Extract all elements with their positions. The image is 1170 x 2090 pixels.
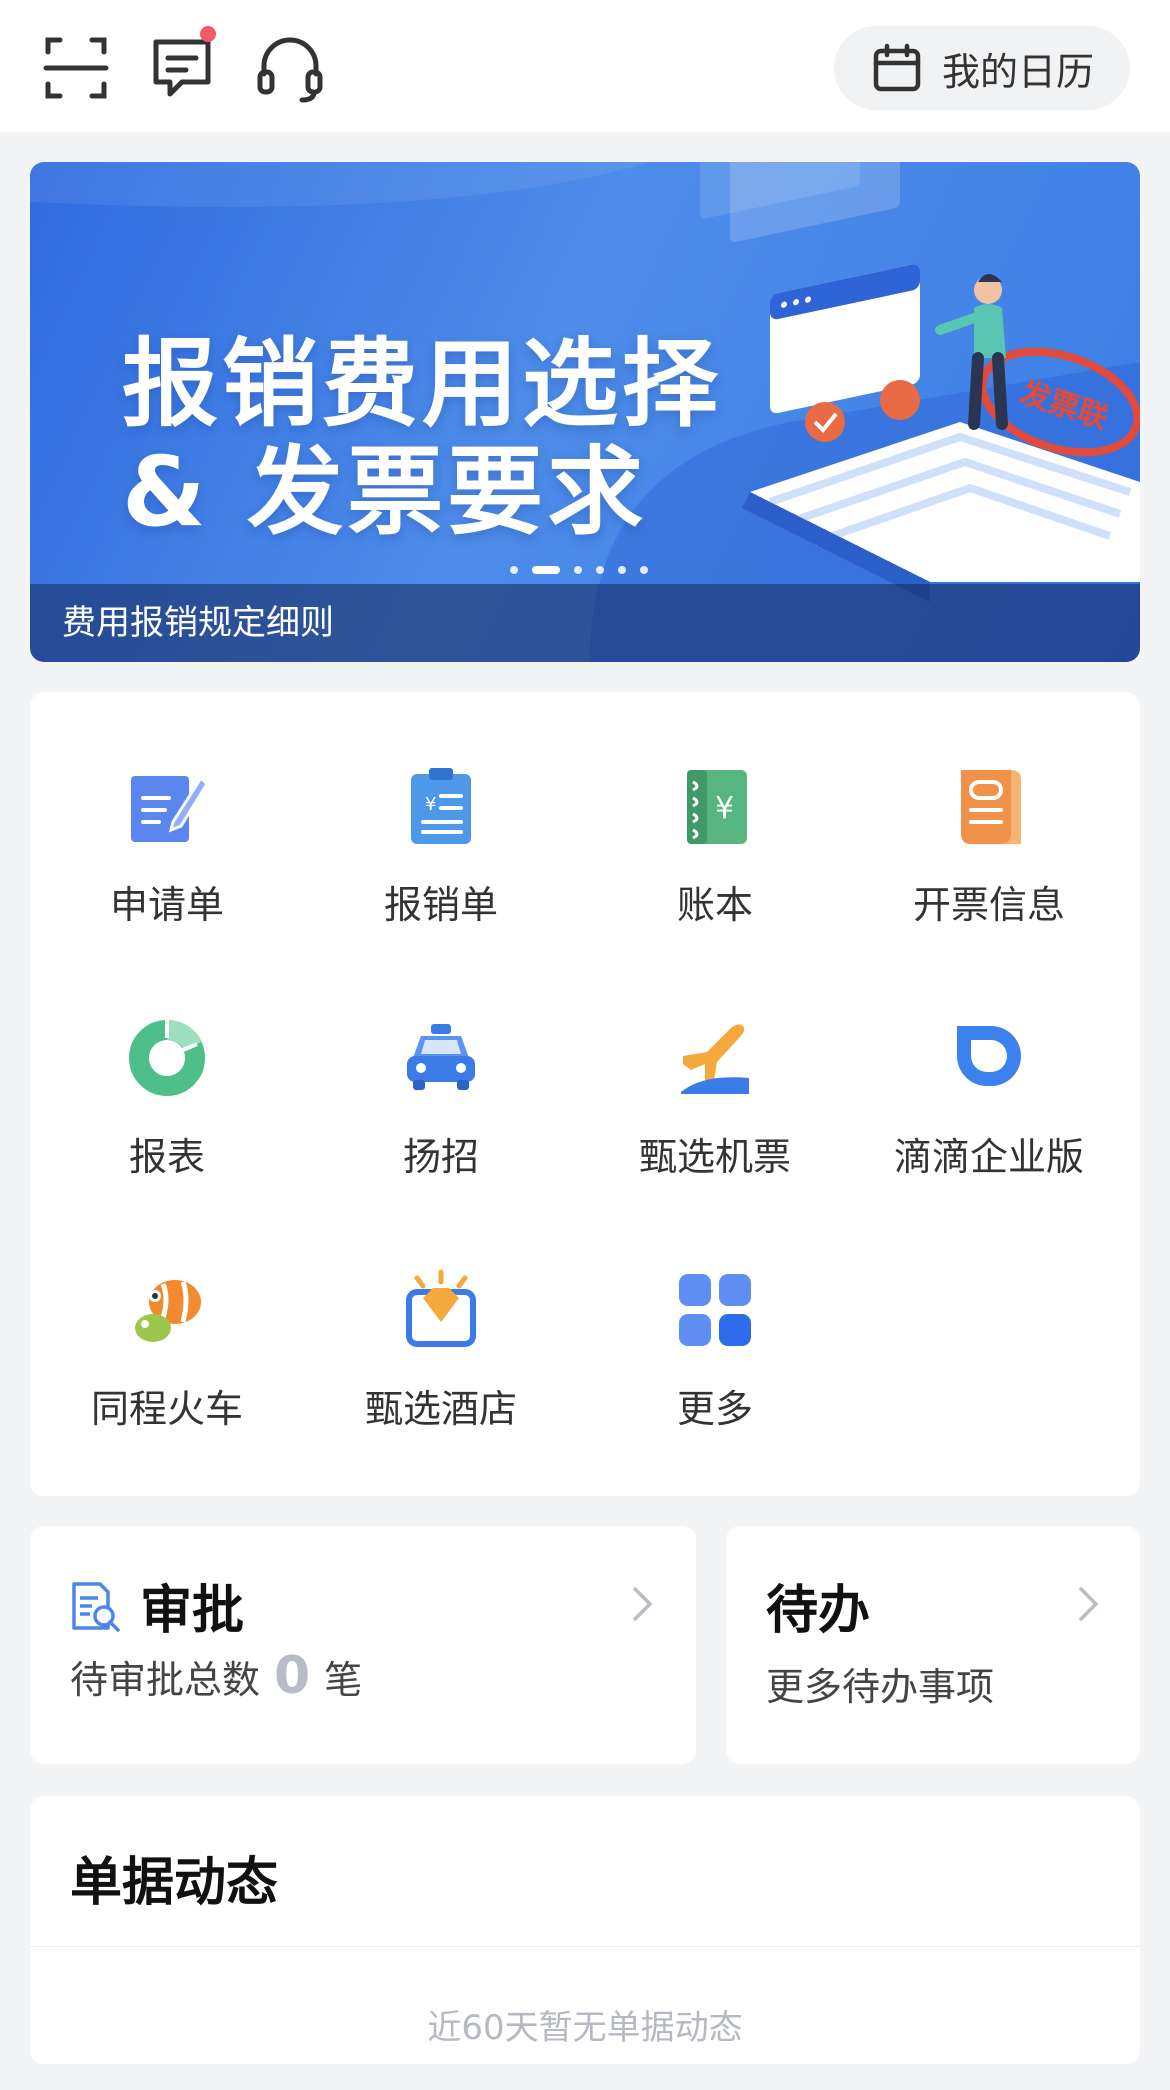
svg-text:¥: ¥ [425, 794, 436, 815]
banner-dot[interactable] [510, 566, 518, 574]
grid-item-reimbursement[interactable]: ¥ 报销单 [304, 692, 578, 927]
banner-dot[interactable] [574, 566, 582, 574]
banner-pagination [510, 566, 648, 574]
ledger-icon: ¥ [673, 764, 757, 848]
more-grid-icon [673, 1268, 757, 1352]
banner-dot[interactable] [618, 566, 626, 574]
approval-summary-label: 待审批总数 [70, 1658, 261, 1702]
didi-icon [947, 1016, 1031, 1100]
promo-banner[interactable]: 发票联 报销费用选择 & 发票要求 费用报销规定细则 [30, 162, 1140, 662]
scan-icon[interactable] [38, 30, 114, 106]
banner-dot[interactable] [596, 566, 604, 574]
function-grid: 申请单 ¥ 报销单 ¥ 账本 开票信息 报表 扬招 甄选机票 滴滴企业版 同程火… [30, 692, 1140, 1496]
grid-item-label: 滴滴企业版 [893, 1135, 1084, 1179]
grid-item-invoice-info[interactable]: 开票信息 [852, 692, 1126, 927]
top-bar: 我的日历 [0, 0, 1170, 132]
document-activity-card: 单据动态 近60天暂无单据动态 [30, 1796, 1140, 2064]
grid-item-taxi[interactable]: 扬招 [304, 944, 578, 1179]
grid-item-label: 甄选酒店 [364, 1387, 517, 1431]
hotel-icon [399, 1268, 483, 1352]
grid-item-label: 账本 [676, 883, 753, 927]
grid-item-label: 申请单 [109, 883, 224, 927]
svg-text:¥: ¥ [715, 791, 734, 826]
approval-title: 审批 [140, 1581, 245, 1641]
chevron-right-icon[interactable] [630, 1584, 654, 1624]
approval-summary: 待审批总数 0 笔 [70, 1646, 362, 1706]
grid-item-hotel[interactable]: 甄选酒店 [304, 1196, 578, 1431]
empty-state-text: 近60天暂无单据动态 [427, 2008, 743, 2048]
pending-approval-count: 0 [274, 1646, 311, 1706]
document-activity-title: 单据动态 [70, 1853, 279, 1913]
train-fish-icon [125, 1268, 209, 1352]
banner-dot-active[interactable] [532, 566, 560, 574]
chevron-right-icon[interactable] [1076, 1584, 1100, 1624]
grid-item-label: 报表 [128, 1135, 205, 1179]
invoice-info-icon [947, 764, 1031, 848]
flight-icon [673, 1016, 757, 1100]
message-icon[interactable] [144, 26, 220, 106]
todo-title: 待办 [766, 1581, 871, 1641]
my-calendar-button[interactable]: 我的日历 [834, 26, 1130, 110]
report-icon [125, 1016, 209, 1100]
grid-item-label: 开票信息 [912, 883, 1065, 927]
grid-item-label: 同程火车 [90, 1387, 243, 1431]
todo-more-link[interactable]: 更多待办事项 [766, 1656, 994, 1711]
grid-item-application[interactable]: 申请单 [30, 692, 304, 927]
todo-card[interactable]: 待办 更多待办事项 [726, 1526, 1140, 1764]
reimbursement-form-icon: ¥ [399, 764, 483, 848]
grid-item-label: 扬招 [402, 1135, 479, 1179]
notification-dot [200, 26, 216, 42]
taxi-icon [399, 1016, 483, 1100]
headset-icon[interactable] [252, 30, 328, 106]
grid-item-flight[interactable]: 甄选机票 [578, 944, 852, 1179]
approval-card[interactable]: 审批 待审批总数 0 笔 [30, 1526, 696, 1764]
grid-item-label: 报销单 [383, 883, 498, 927]
application-form-icon [125, 764, 209, 848]
calendar-label: 我的日历 [941, 49, 1094, 94]
grid-item-train[interactable]: 同程火车 [30, 1196, 304, 1431]
approval-summary-unit: 笔 [324, 1658, 363, 1702]
banner-dot[interactable] [640, 566, 648, 574]
grid-item-didi[interactable]: 滴滴企业版 [852, 944, 1126, 1179]
calendar-icon [870, 41, 924, 95]
banner-title-line2: & 发票要求 [122, 436, 648, 548]
banner-title: 报销费用选择 & 发票要求 [122, 330, 722, 546]
grid-item-report[interactable]: 报表 [30, 944, 304, 1179]
grid-item-label: 甄选机票 [638, 1135, 791, 1179]
grid-item-more[interactable]: 更多 [578, 1196, 852, 1431]
divider [30, 1946, 1140, 1947]
banner-title-line1: 报销费用选择 [122, 328, 722, 440]
grid-item-ledger[interactable]: ¥ 账本 [578, 692, 852, 927]
approval-document-icon [68, 1580, 122, 1634]
banner-caption[interactable]: 费用报销规定细则 [30, 584, 1140, 662]
grid-item-label: 更多 [676, 1387, 753, 1431]
